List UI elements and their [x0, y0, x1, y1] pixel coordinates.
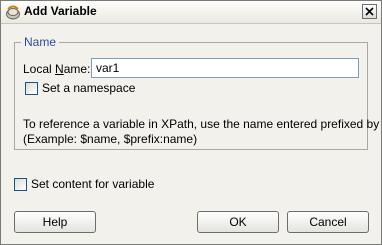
close-button[interactable]	[362, 4, 377, 19]
close-icon	[365, 7, 374, 16]
name-group-legend: Name	[21, 35, 60, 49]
set-content-label[interactable]: Set content for variable	[31, 177, 154, 191]
oracle-app-icon	[5, 4, 21, 20]
set-content-checkbox[interactable]	[14, 178, 27, 191]
cancel-button[interactable]: Cancel	[287, 211, 369, 233]
ok-button[interactable]: OK	[197, 211, 279, 233]
local-name-input[interactable]	[91, 58, 359, 78]
local-name-label: Local Name:	[23, 62, 91, 76]
add-variable-dialog: Add Variable Name Local Name: Set a name…	[0, 0, 382, 245]
set-namespace-checkbox[interactable]	[25, 82, 38, 95]
set-namespace-label[interactable]: Set a namespace	[42, 81, 135, 95]
help-button[interactable]: Help	[14, 211, 96, 233]
window-title: Add Variable	[24, 4, 97, 18]
title-bar[interactable]: Add Variable	[1, 1, 381, 24]
xpath-help-text-line2: (Example: $name, $prefix:name)	[23, 132, 198, 146]
xpath-help-text-line1: To reference a variable in XPath, use th…	[23, 117, 382, 131]
